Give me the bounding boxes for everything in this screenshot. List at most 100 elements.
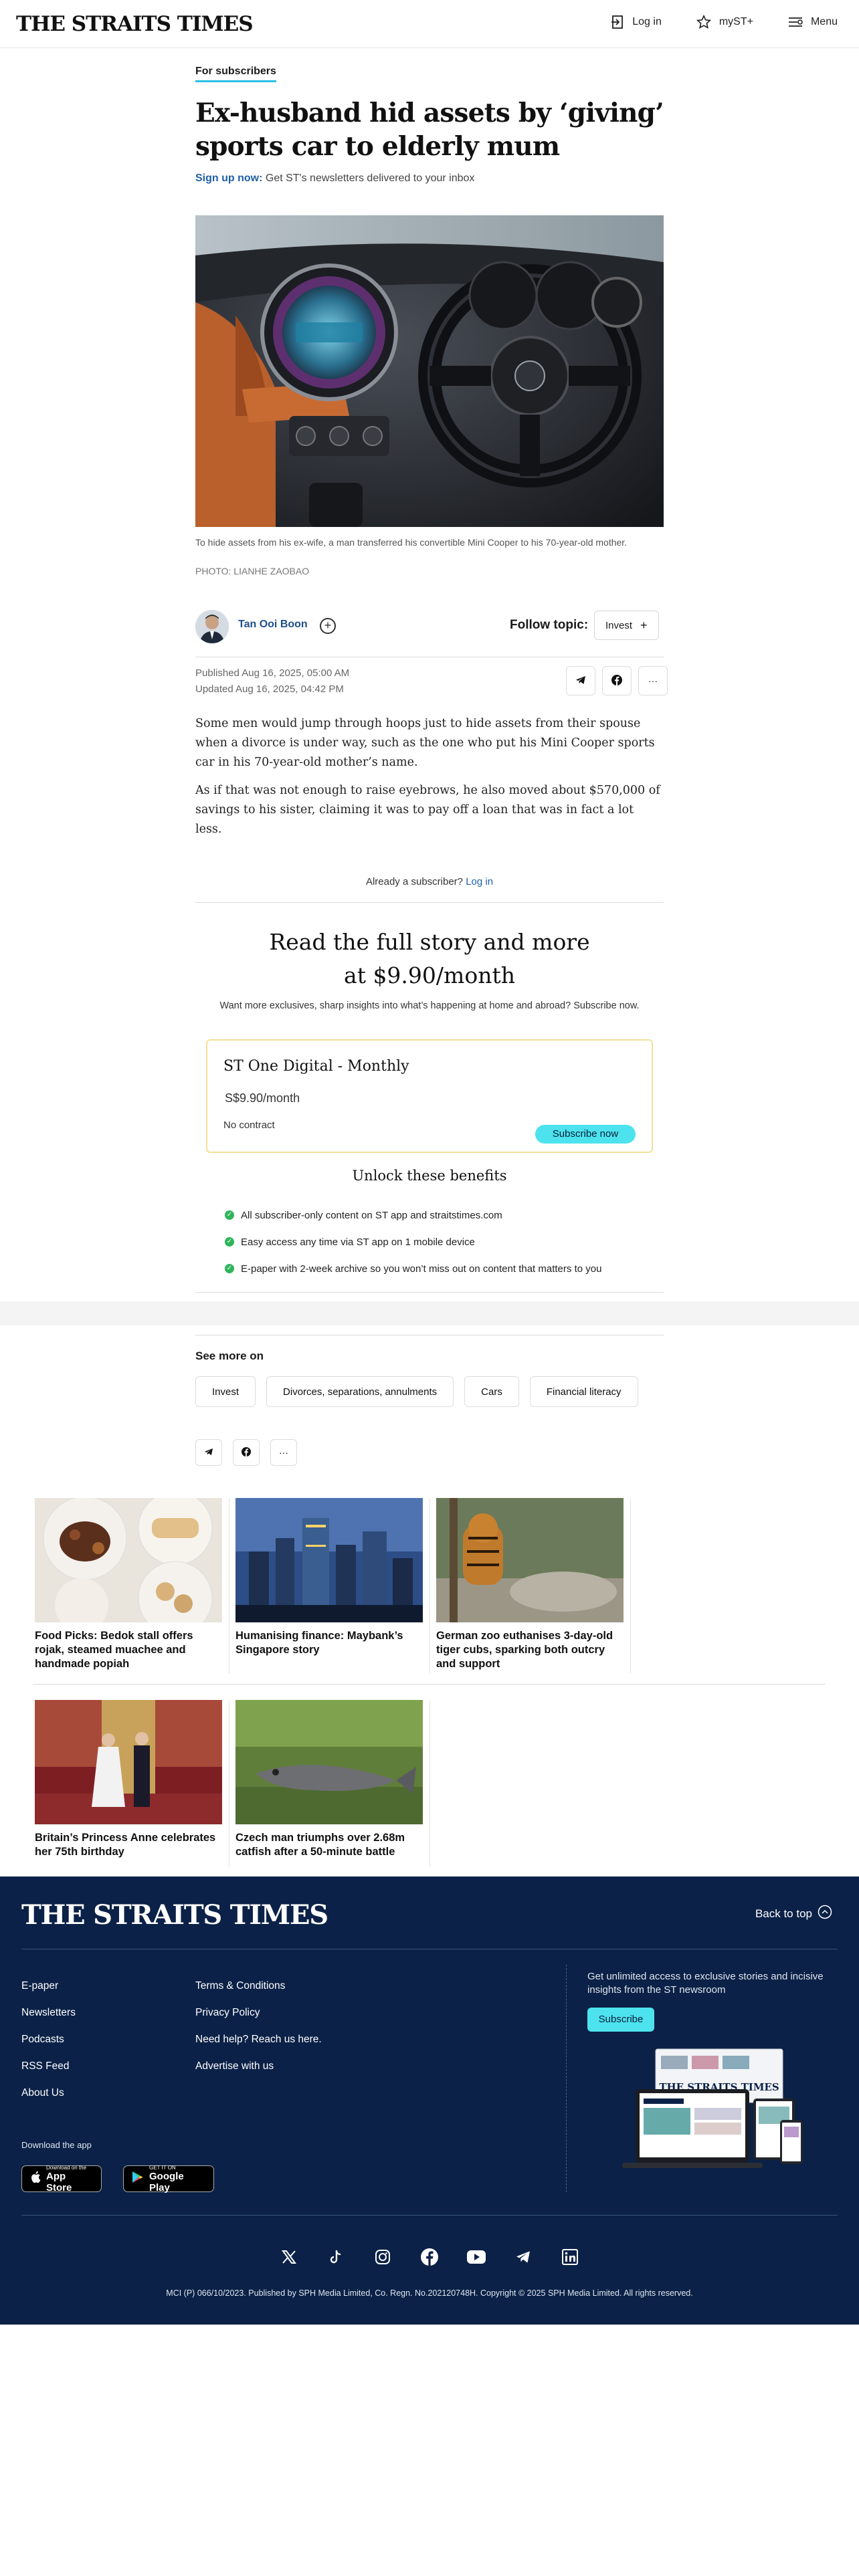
benefit-text: All subscriber-only content on ST app an…: [241, 1209, 502, 1221]
top-nav-actions: Log in myST+ Menu: [611, 15, 838, 29]
google-play-button[interactable]: GET IT ON Google Play: [123, 2165, 214, 2193]
divider: [566, 1965, 567, 2192]
article-headline: Ex-husband hid assets by ‘giving’ sports…: [195, 98, 664, 162]
login-label: Log in: [632, 16, 662, 27]
footer-link[interactable]: About Us: [21, 2080, 76, 2107]
benefit-text: Easy access any time via ST app on 1 mob…: [241, 1236, 475, 1248]
article-thumbnail: [436, 1498, 624, 1622]
more-share-button[interactable]: ···: [638, 666, 668, 695]
instagram-icon[interactable]: [371, 2246, 394, 2268]
footer-link[interactable]: Advertise with us: [195, 2053, 322, 2080]
footer-link[interactable]: Privacy Policy: [195, 2000, 322, 2026]
telegram-share-button[interactable]: [195, 1439, 222, 1466]
image-credit: PHOTO: LIANHE ZAOBAO: [195, 566, 310, 576]
related-article-card[interactable]: Food Picks: Bedok stall offers rojak, st…: [35, 1498, 222, 1671]
topic-tag[interactable]: Cars: [464, 1376, 519, 1407]
more-icon: ···: [648, 675, 658, 686]
article-paragraph: Some men would jump through hoops just t…: [195, 717, 655, 769]
youtube-icon[interactable]: [465, 2246, 488, 2268]
paywall-subtitle: Want more exclusives, sharp insights int…: [219, 1000, 640, 1011]
follow-author-plus-icon[interactable]: +: [320, 618, 336, 634]
paywall-title: Read the full story and more at $9.90/mo…: [269, 929, 590, 988]
linkedin-icon[interactable]: [559, 2246, 581, 2268]
related-article-title: Food Picks: Bedok stall offers rojak, st…: [35, 1630, 193, 1670]
myst-button[interactable]: myST+: [696, 15, 753, 29]
article-thumbnail: [235, 1498, 423, 1622]
footer-links-col2: Terms & Conditions Privacy Policy Need h…: [195, 1973, 322, 2080]
avatar[interactable]: [195, 610, 229, 643]
login-icon: [611, 15, 624, 29]
bottom-share-buttons: ···: [195, 1439, 297, 1466]
section-spacer: [0, 1301, 859, 1325]
googleplay-big-text: Google Play: [149, 2170, 184, 2193]
see-more-title: See more on: [195, 1350, 264, 1362]
author-name[interactable]: Tan Ooi Boon: [238, 619, 308, 631]
telegram-share-button[interactable]: [566, 666, 595, 695]
appstore-small-text: Download on the: [46, 2164, 87, 2171]
share-buttons: ···: [566, 666, 668, 695]
facebook-share-button[interactable]: [602, 666, 632, 695]
menu-button[interactable]: Menu: [788, 16, 838, 28]
follow-topic-button[interactable]: Invest +: [594, 611, 659, 640]
paywall-login-link[interactable]: Log in: [466, 876, 493, 887]
more-share-button[interactable]: ···: [270, 1439, 297, 1466]
image-caption: To hide assets from his ex-wife, a man t…: [195, 537, 628, 548]
footer-link[interactable]: Terms & Conditions: [195, 1973, 322, 2000]
divider: [630, 1498, 631, 1673]
topic-tag[interactable]: Financial literacy: [529, 1376, 638, 1407]
topic-tag[interactable]: Divorces, separations, annulments: [266, 1376, 454, 1407]
divider: [33, 1684, 826, 1685]
signup-link[interactable]: Sign up now:: [195, 173, 262, 184]
signup-text: Get ST's newsletters delivered to your i…: [262, 173, 475, 184]
footer-link[interactable]: E-paper: [21, 1973, 76, 2000]
related-article-card[interactable]: Britain’s Princess Anne celebrates her 7…: [35, 1700, 222, 1859]
related-article-title: Czech man triumphs over 2.68m catfish af…: [235, 1832, 405, 1858]
telegram-icon[interactable]: [512, 2246, 535, 2268]
chevron-up-icon: [818, 1905, 832, 1923]
footer-link[interactable]: Podcasts: [21, 2026, 76, 2053]
follow-topic-label: Follow topic:: [510, 618, 589, 632]
benefit-item: ✓ Easy access any time via ST app on 1 mo…: [225, 1228, 653, 1255]
site-logo[interactable]: THE STRAITS TIMES: [16, 12, 254, 36]
login-button[interactable]: Log in: [611, 15, 662, 29]
related-article-card[interactable]: Humanising finance: Maybank’s Singapore …: [235, 1498, 423, 1657]
plan-card[interactable]: ST One Digital - Monthly S$9.90/month No…: [206, 1039, 653, 1153]
benefit-text: E-paper with 2-week archive so you won’t…: [241, 1263, 602, 1275]
topic-tag[interactable]: Invest: [195, 1376, 256, 1407]
plus-icon: +: [640, 618, 648, 632]
related-article-card[interactable]: German zoo euthanises 3-day-old tiger cu…: [436, 1498, 624, 1671]
unlock-benefits-title: Unlock these benefits: [352, 1168, 507, 1184]
download-app-label: Download the app: [21, 2140, 92, 2150]
appstore-big-text: App Store: [46, 2170, 72, 2193]
benefit-item: ✓ All subscriber-only content on ST app a…: [225, 1202, 653, 1228]
author-row: Tan Ooi Boon + Follow topic: Invest +: [195, 610, 664, 645]
related-article-title: Britain’s Princess Anne celebrates her 7…: [35, 1832, 216, 1858]
menu-label: Menu: [810, 16, 838, 27]
facebook-icon[interactable]: [418, 2246, 441, 2268]
newsletter-signup: Sign up now: Get ST's newsletters delive…: [195, 173, 664, 185]
footer-link[interactable]: RSS Feed: [21, 2053, 76, 2080]
footer-logo[interactable]: THE STRAITS TIMES: [21, 1899, 328, 1931]
subscriber-kicker[interactable]: For subscribers: [195, 66, 276, 82]
related-article-title: German zoo euthanises 3-day-old tiger cu…: [436, 1630, 613, 1670]
footer-subscribe-button[interactable]: Subscribe: [587, 2008, 654, 2032]
facebook-icon: [611, 674, 622, 687]
facebook-share-button[interactable]: [233, 1439, 260, 1466]
hero-image: [195, 215, 664, 527]
footer-link[interactable]: Need help? Reach us here.: [195, 2026, 322, 2053]
already-subscriber: Already a subscriber? Log in: [195, 876, 664, 887]
back-to-top-label: Back to top: [755, 1907, 812, 1920]
article-paragraph: As if that was not enough to raise eyebr…: [195, 784, 660, 836]
footer-link[interactable]: Newsletters: [21, 2000, 76, 2026]
back-to-top-button[interactable]: Back to top: [755, 1905, 832, 1923]
google-play-icon: [132, 2171, 144, 2187]
check-icon: ✓: [225, 1237, 234, 1247]
menu-icon: [788, 16, 803, 28]
divider: [195, 1292, 664, 1293]
benefits-list: ✓ All subscriber-only content on ST app a…: [225, 1202, 653, 1282]
x-icon[interactable]: [278, 2246, 300, 2268]
app-store-button[interactable]: Download on the App Store: [21, 2164, 102, 2193]
subscribe-now-button[interactable]: Subscribe now: [535, 1125, 636, 1144]
tiktok-icon[interactable]: [324, 2246, 347, 2268]
related-article-card[interactable]: Czech man triumphs over 2.68m catfish af…: [235, 1700, 423, 1859]
